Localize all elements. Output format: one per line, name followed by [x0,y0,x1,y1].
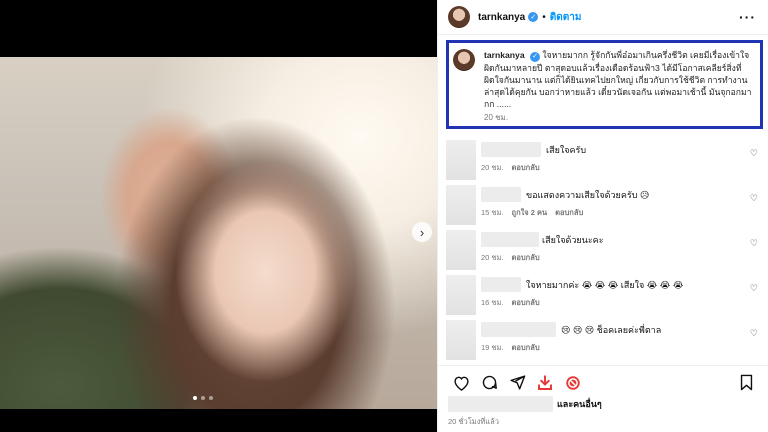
action-bar [438,365,768,399]
header-username[interactable]: tarnkanya [478,12,525,23]
caption-avatar[interactable] [453,49,475,71]
comment-item: เสียใจด้วยนะคะ 20 ชม. ตอบกลับ ♡ [446,230,764,275]
post-timestamp: 20 ชั่วโมงที่แล้ว [448,417,499,426]
comment-username-blurred[interactable] [481,277,521,292]
comment-time: 20 ชม. [481,163,504,172]
comment-username-blurred[interactable] [481,187,521,202]
comment-icon[interactable] [478,372,500,394]
header-separator: • [542,11,546,23]
carousel-dot [201,396,205,400]
caption: tarnkanya ✓ ใจหายมากก รู้จักกันพี่อ๋อมาเ… [484,49,754,124]
reply-button[interactable]: ตอบกลับ [512,297,540,309]
caption-time: 20 ชม. [484,113,509,122]
comment-text: ใจหายมากค่ะ 😭 😭 😭 เสียใจ 😭 😭 😭 [526,280,684,290]
post-photo [0,57,437,409]
download-icon[interactable] [534,372,556,394]
comment-item: เสียใจครับ 20 ชม. ตอบกลับ ♡ [446,140,764,185]
like-comment-icon[interactable]: ♡ [750,328,758,339]
reply-button[interactable]: ตอบกลับ [512,252,540,264]
like-comment-icon[interactable]: ♡ [750,283,758,294]
reply-button[interactable]: ตอบกลับ [555,207,583,219]
comment-avatar-blurred[interactable] [446,230,476,270]
like-comment-icon[interactable]: ♡ [750,193,758,204]
post-media: › [0,0,437,432]
comment-likes[interactable]: ถูกใจ 2 คน [512,207,548,219]
follow-button[interactable]: ติดตาม [550,10,582,25]
comment-item: ขอแสดงความเสียใจด้วยครับ 😥 15 ชม. ถูกใจ 2… [446,185,764,230]
post-header: tarnkanya ✓ • ติดตาม ··· [438,0,768,35]
carousel-dots [193,396,213,400]
comment-avatar-blurred[interactable] [446,275,476,315]
comment-username-blurred[interactable] [481,142,541,157]
comment-list: เสียใจครับ 20 ชม. ตอบกลับ ♡ ขอแสดงความเสี… [446,140,764,365]
comment-text: 😢 😢 😢 ช็อคเลยค่ะพี่ตาล [561,325,662,335]
comment-time: 20 ชม. [481,253,504,262]
likes-summary: และคนอื่นๆ [448,396,602,412]
like-comment-icon[interactable]: ♡ [750,148,758,159]
comment-text: เสียใจด้วยนะคะ [542,235,604,245]
like-comment-icon[interactable]: ♡ [750,238,758,249]
bookmark-icon[interactable] [735,372,757,394]
comment-time: 15 ชม. [481,208,504,217]
reply-button[interactable]: ตอบกลับ [512,342,540,354]
carousel-dot [193,396,197,400]
caption-text: ใจหายมากก รู้จักกันพี่อ๋อมาเกินครึ่งชีวิ… [484,50,752,109]
comment-avatar-blurred[interactable] [446,185,476,225]
heart-icon[interactable] [450,372,472,394]
comment-time: 19 ชม. [481,343,504,352]
next-photo-button[interactable]: › [412,222,432,242]
comment-item: 😢 😢 😢 ช็อคเลยค่ะพี่ตาล 19 ชม. ตอบกลับ ♡ [446,320,764,365]
caption-highlight: tarnkanya ✓ ใจหายมากก รู้จักกันพี่อ๋อมาเ… [446,40,763,129]
comment-avatar-blurred[interactable] [446,140,476,180]
carousel-dot [209,396,213,400]
verified-icon: ✓ [528,12,539,22]
comment-username-blurred[interactable] [481,322,556,337]
likes-text[interactable]: และคนอื่นๆ [557,397,602,411]
share-icon[interactable] [506,372,528,394]
comment-time: 16 ชม. [481,298,504,307]
verified-icon: ✓ [530,52,540,62]
comment-avatar-blurred[interactable] [446,320,476,360]
more-icon[interactable]: ··· [739,9,756,25]
comment-username-blurred[interactable] [481,232,539,247]
avatar[interactable] [448,6,470,28]
comment-text: เสียใจครับ [546,145,587,155]
likes-avatars-blurred[interactable] [448,396,553,412]
caption-username[interactable]: tarnkanya [484,50,525,60]
block-icon[interactable] [562,372,584,394]
post-panel: tarnkanya ✓ • ติดตาม ··· tarnkanya ✓ ใจห… [437,0,768,432]
comment-text: ขอแสดงความเสียใจด้วยครับ 😥 [526,190,650,200]
reply-button[interactable]: ตอบกลับ [512,162,540,174]
comment-item: ใจหายมากค่ะ 😭 😭 😭 เสียใจ 😭 😭 😭 16 ชม. ตอบ… [446,275,764,320]
